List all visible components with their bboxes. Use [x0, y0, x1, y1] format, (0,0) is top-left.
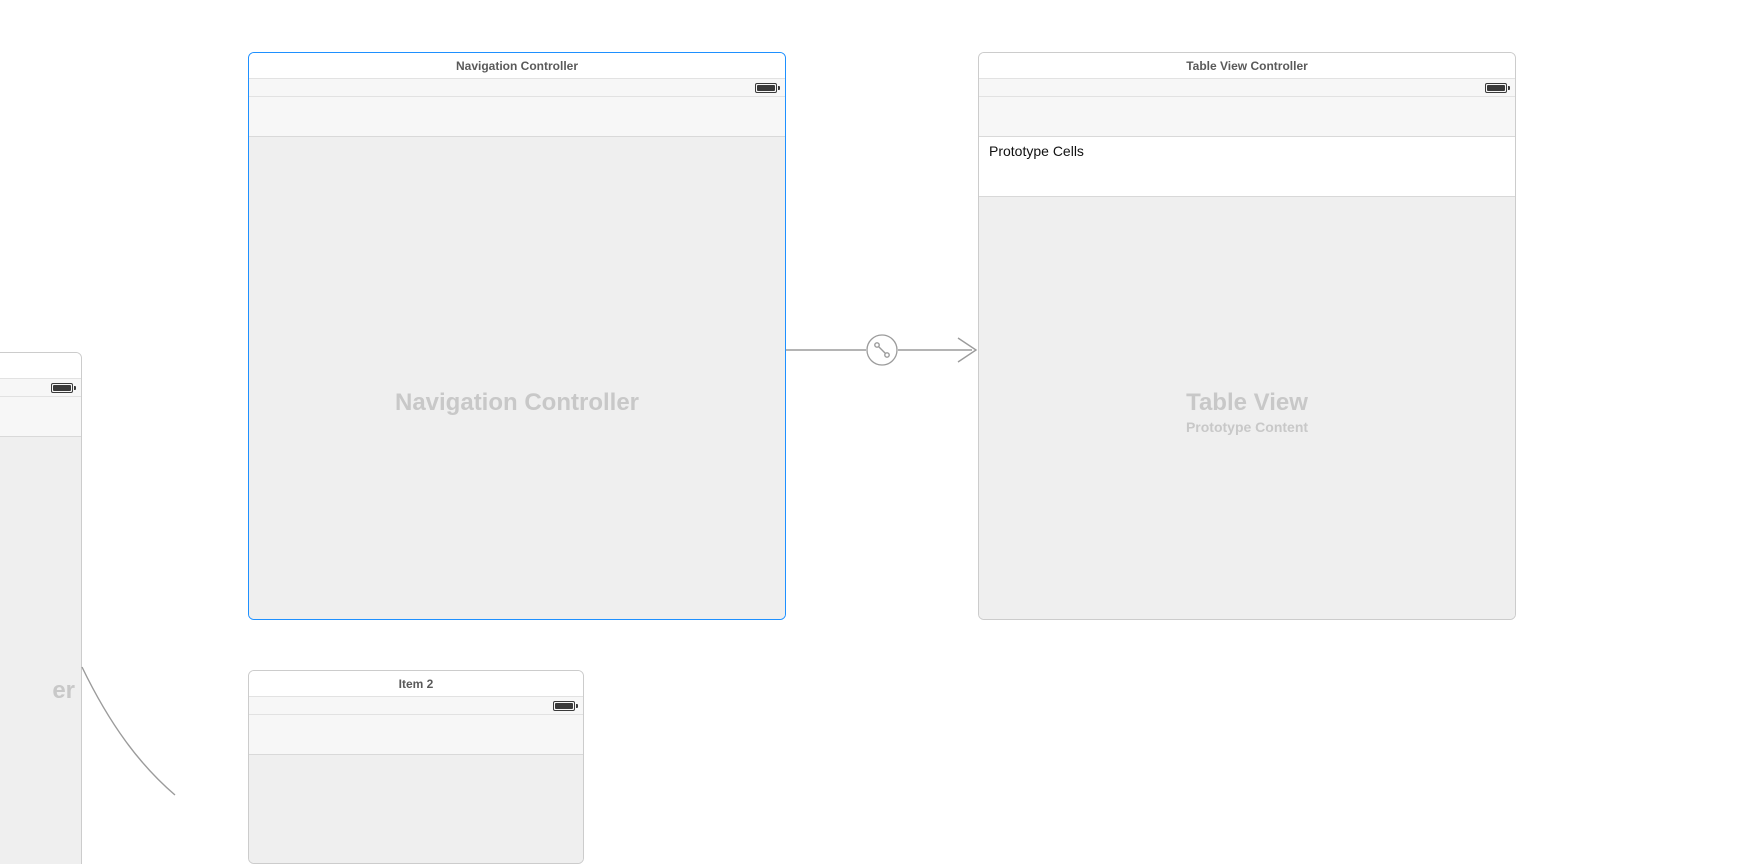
status-bar — [249, 79, 785, 97]
battery-icon — [553, 701, 575, 711]
nav-bar — [0, 397, 81, 437]
tableview-placeholder-subtitle: Prototype Content — [979, 419, 1515, 435]
scene-title — [0, 353, 81, 379]
battery-icon — [755, 83, 777, 93]
status-bar — [0, 379, 81, 397]
status-bar — [249, 697, 583, 715]
battery-icon — [51, 383, 73, 393]
segue-arrow[interactable] — [786, 320, 982, 380]
tableview-placeholder-title: Table View — [979, 389, 1515, 417]
status-bar — [979, 79, 1515, 97]
table-view-controller-scene[interactable]: Table View Controller Prototype Cells Ta… — [978, 52, 1516, 620]
placeholder-suffix: er — [0, 677, 81, 705]
content-area: Navigation Controller — [249, 137, 785, 619]
navigation-controller-scene[interactable]: Navigation Controller Navigation Control… — [248, 52, 786, 620]
connector-curve — [80, 665, 260, 815]
placeholder-text: Navigation Controller — [249, 389, 785, 417]
content-area: er — [0, 437, 81, 864]
scene-title: Item 2 — [249, 671, 583, 697]
scene-title: Table View Controller — [979, 53, 1515, 79]
prototype-cells-header[interactable]: Prototype Cells — [979, 137, 1515, 197]
scene-title: Navigation Controller — [249, 53, 785, 79]
table-content-area: Table View Prototype Content — [979, 197, 1515, 619]
content-area — [249, 755, 583, 863]
nav-bar — [979, 97, 1515, 137]
battery-icon — [1485, 83, 1507, 93]
nav-bar — [249, 97, 785, 137]
item2-scene[interactable]: Item 2 — [248, 670, 584, 864]
partial-left-scene[interactable]: er — [0, 352, 82, 864]
nav-bar — [249, 715, 583, 755]
